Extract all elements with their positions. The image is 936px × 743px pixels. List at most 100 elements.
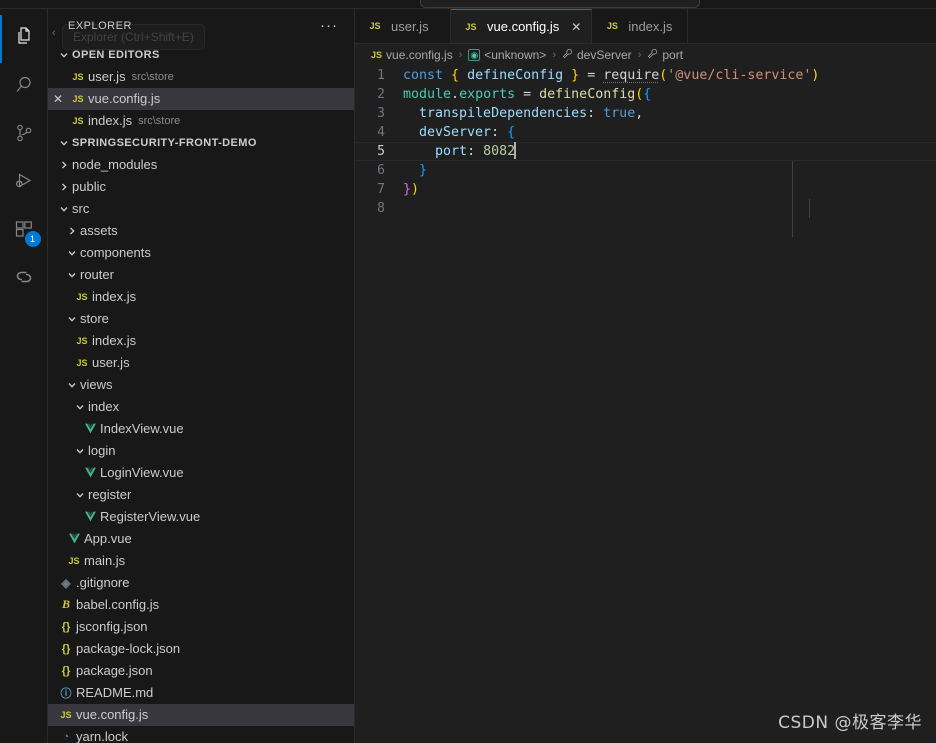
js-icon: JS (76, 357, 88, 368)
tree-item-views[interactable]: views (48, 374, 354, 396)
token-brace: } (403, 182, 412, 197)
open-editor-label: index.js (88, 113, 133, 129)
breadcrumb-label: <unknown> (484, 48, 547, 62)
tree-item-babel-config-js[interactable]: Bbabel.config.js (48, 594, 354, 616)
tab-bar-empty-space (688, 9, 936, 43)
open-editor-user-js[interactable]: JS user.js src\store (48, 66, 354, 88)
activitybar-item-live-share[interactable] (0, 255, 48, 303)
chevron-down-icon (64, 380, 80, 390)
tree-item-indexview-vue[interactable]: IndexView.vue (48, 418, 354, 440)
breadcrumb-item-file[interactable]: JS vue.config.js (371, 48, 453, 62)
command-center[interactable] (420, 0, 700, 8)
chevron-left-icon[interactable]: ‹ (52, 27, 56, 39)
code-line-5: 5 port: 8082 (355, 142, 936, 161)
activitybar-item-extensions[interactable]: 1 (0, 207, 48, 255)
open-editor-vue-config-js[interactable]: ✕ JS vue.config.js (48, 87, 354, 110)
tree-item-label: store (80, 311, 109, 327)
breadcrumb-item-devserver[interactable]: devServer (562, 48, 632, 62)
tree-item-label: vue.config.js (76, 707, 149, 723)
tree-item-vue-config-js[interactable]: JS vue.config.js (48, 703, 354, 726)
tree-item-loginview-vue[interactable]: LoginView.vue (48, 462, 354, 484)
activitybar-item-source-control[interactable] (0, 111, 48, 159)
tree-item-assets[interactable]: assets (48, 220, 354, 242)
token-key: port (435, 144, 468, 159)
tree-item-gitignore[interactable]: ◈ .gitignore (48, 572, 354, 594)
code-line-7: 7 }) (355, 180, 936, 199)
vue-icon (80, 511, 100, 522)
tree-item-index[interactable]: index (48, 396, 354, 418)
token-function: require (603, 68, 660, 83)
breadcrumb-label: vue.config.js (386, 48, 453, 62)
source-control-icon (12, 121, 36, 150)
line-number: 3 (377, 106, 385, 121)
tree-item-app-vue[interactable]: App.vue (48, 528, 354, 550)
tree-item-src[interactable]: src (48, 198, 354, 220)
tab-label: vue.config.js (487, 19, 560, 34)
sidebar-more-actions-button[interactable]: ··· (320, 18, 346, 33)
token-comma: , (635, 106, 644, 121)
close-icon[interactable]: ✕ (571, 20, 581, 34)
js-icon: JS (76, 291, 88, 302)
close-icon[interactable]: ✕ (48, 92, 68, 106)
json-icon: {} (61, 642, 71, 655)
tree-item-index-js[interactable]: JS index.js (48, 330, 354, 352)
tree-item-node-modules[interactable]: node_modules (48, 154, 354, 176)
markdown-icon: ⓘ (60, 687, 72, 700)
activitybar-item-search[interactable] (0, 63, 48, 111)
tree-item-router[interactable]: router (48, 264, 354, 286)
token-brace: { (643, 87, 652, 102)
watermark: CSDN @极客李华 (778, 713, 922, 733)
file-tree: node_modules public src assets components rou… (48, 154, 354, 743)
vue-icon (80, 467, 100, 478)
property-icon (562, 48, 573, 62)
property-icon (647, 48, 658, 62)
chevron-down-icon (64, 270, 80, 280)
section-project-root[interactable]: SPRINGSECURITY-FRONT-DEMO (48, 132, 354, 154)
activitybar-item-explorer[interactable] (0, 15, 48, 63)
tree-item-package-json[interactable]: {} package.json (48, 660, 354, 682)
tree-item-readme-md[interactable]: ⓘ README.md (48, 682, 354, 704)
activitybar-item-run-and-debug[interactable] (0, 159, 48, 207)
open-editor-index-js[interactable]: JS index.js src\store (48, 110, 354, 132)
project-root-label: SPRINGSECURITY-FRONT-DEMO (72, 136, 257, 149)
line-number: 1 (377, 68, 385, 83)
tree-item-label: yarn.lock (76, 729, 129, 743)
code-editor[interactable]: 1 const { defineConfig } = require('@vue… (355, 66, 936, 743)
token-brace: { (507, 125, 516, 140)
tree-item-jsconfig-json[interactable]: {} jsconfig.json (48, 616, 354, 638)
search-icon (12, 73, 36, 102)
breadcrumb-item-module[interactable]: ◉ <unknown> (468, 48, 546, 62)
tree-item-package-lock-json[interactable]: {} package-lock.json (48, 638, 354, 660)
tree-item-label: jsconfig.json (76, 619, 148, 635)
tree-item-register[interactable]: register (48, 484, 354, 506)
chevron-down-icon (72, 446, 88, 456)
js-icon: JS (371, 50, 383, 60)
js-icon: JS (72, 93, 84, 104)
tree-item-index-js[interactable]: JS index.js (48, 286, 354, 308)
tree-item-login[interactable]: login (48, 440, 354, 462)
tree-item-yarn-lock[interactable]: ◔ yarn.lock (48, 726, 354, 743)
tree-item-main-js[interactable]: JS main.js (48, 550, 354, 572)
tree-item-label: babel.config.js (76, 597, 160, 613)
tree-item-label: components (80, 245, 151, 261)
json-icon: {} (61, 664, 71, 677)
tab-index-js[interactable]: JS index.js (592, 9, 689, 43)
line-number: 7 (377, 182, 385, 197)
tab-vue-config-js[interactable]: JS vue.config.js ✕ (451, 9, 593, 43)
tree-item-registerview-vue[interactable]: RegisterView.vue (48, 506, 354, 528)
tree-item-store[interactable]: store (48, 308, 354, 330)
breadcrumb-label: devServer (576, 48, 632, 62)
tree-item-user-js[interactable]: JS user.js (48, 352, 354, 374)
tree-item-public[interactable]: public (48, 176, 354, 198)
tree-item-components[interactable]: components (48, 242, 354, 264)
babel-icon: B (61, 597, 70, 612)
vscode-window: 1 ‹ Explorer (Ctrl+Shift+E) EXPLORER ··· (0, 0, 936, 743)
chevron-right-icon (56, 160, 72, 170)
js-icon: JS (60, 709, 72, 720)
code-text: transpileDependencies: true, (403, 104, 643, 123)
yarn-icon: ◔ (62, 730, 70, 743)
js-icon: JS (606, 21, 618, 31)
sidebar-tree-scroll[interactable]: OPEN EDITORS JS user.js src\store ✕ JS v… (48, 44, 354, 743)
breadcrumb-item-port[interactable]: port (647, 48, 683, 62)
tab-user-js[interactable]: JS user.js (355, 9, 451, 43)
